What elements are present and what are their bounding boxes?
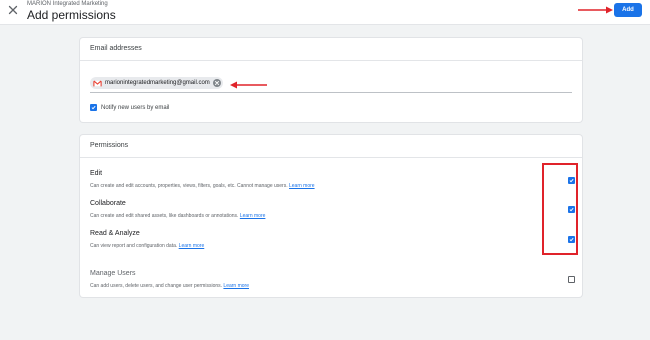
permission-read-analyze: Read & Analyze Can view report and confi…: [90, 230, 575, 249]
email-addresses-card: Email addresses marionintegratedmarketin…: [80, 38, 582, 122]
permission-manage-users: Manage Users Can add users, delete users…: [90, 270, 575, 289]
email-input[interactable]: marionintegratedmarketing@gmail.com: [90, 76, 572, 93]
check-icon: [569, 207, 574, 212]
permission-collaborate: Collaborate Can create and edit shared a…: [90, 200, 575, 219]
notify-label: Notify new users by email: [101, 104, 170, 111]
manage-users-checkbox[interactable]: [568, 276, 575, 283]
permission-description: Can create and edit shared assets, like …: [90, 213, 560, 219]
learn-more-link[interactable]: Learn more: [289, 183, 315, 189]
description-text: Can create and edit accounts, properties…: [90, 183, 288, 189]
read-analyze-checkbox[interactable]: [568, 236, 575, 243]
permission-description: Can view report and configuration data. …: [90, 243, 560, 249]
learn-more-link[interactable]: Learn more: [240, 213, 266, 219]
notify-checkbox[interactable]: [90, 104, 97, 111]
top-app-bar: MARION Integrated Marketing Add permissi…: [0, 0, 650, 25]
close-button[interactable]: [6, 3, 20, 17]
add-button[interactable]: Add: [614, 3, 642, 17]
notify-row: Notify new users by email: [90, 104, 169, 111]
permission-label: Edit: [90, 170, 103, 177]
permission-label: Collaborate: [90, 200, 126, 207]
learn-more-link[interactable]: Learn more: [179, 243, 205, 249]
permission-label: Read & Analyze: [90, 230, 140, 237]
email-section-heading: Email addresses: [80, 38, 582, 61]
permissions-heading: Permissions: [80, 135, 582, 158]
description-text: Can view report and configuration data.: [90, 243, 178, 249]
cancel-icon: [214, 81, 219, 85]
permission-label: Manage Users: [90, 270, 136, 277]
title-block: MARION Integrated Marketing Add permissi…: [27, 1, 116, 22]
check-icon: [91, 105, 96, 110]
check-icon: [569, 237, 574, 242]
collaborate-checkbox[interactable]: [568, 206, 575, 213]
permissions-card: Permissions Edit Can create and edit acc…: [80, 135, 582, 297]
permission-description: Can add users, delete users, and change …: [90, 283, 560, 289]
check-icon: [569, 178, 574, 183]
permission-description: Can create and edit accounts, properties…: [90, 183, 560, 189]
edit-checkbox[interactable]: [568, 177, 575, 184]
page-title: Add permissions: [27, 8, 116, 22]
account-name: MARION Integrated Marketing: [27, 1, 108, 7]
email-chip-label: marionintegratedmarketing@gmail.com: [105, 80, 210, 86]
gmail-icon: [93, 79, 102, 87]
permission-edit: Edit Can create and edit accounts, prope…: [90, 170, 575, 189]
description-text: Can create and edit shared assets, like …: [90, 213, 239, 219]
email-chip: marionintegratedmarketing@gmail.com: [90, 77, 223, 89]
close-icon: [8, 5, 18, 15]
description-text: Can add users, delete users, and change …: [90, 283, 223, 289]
learn-more-link[interactable]: Learn more: [223, 283, 249, 289]
chip-remove-button[interactable]: [212, 79, 221, 87]
